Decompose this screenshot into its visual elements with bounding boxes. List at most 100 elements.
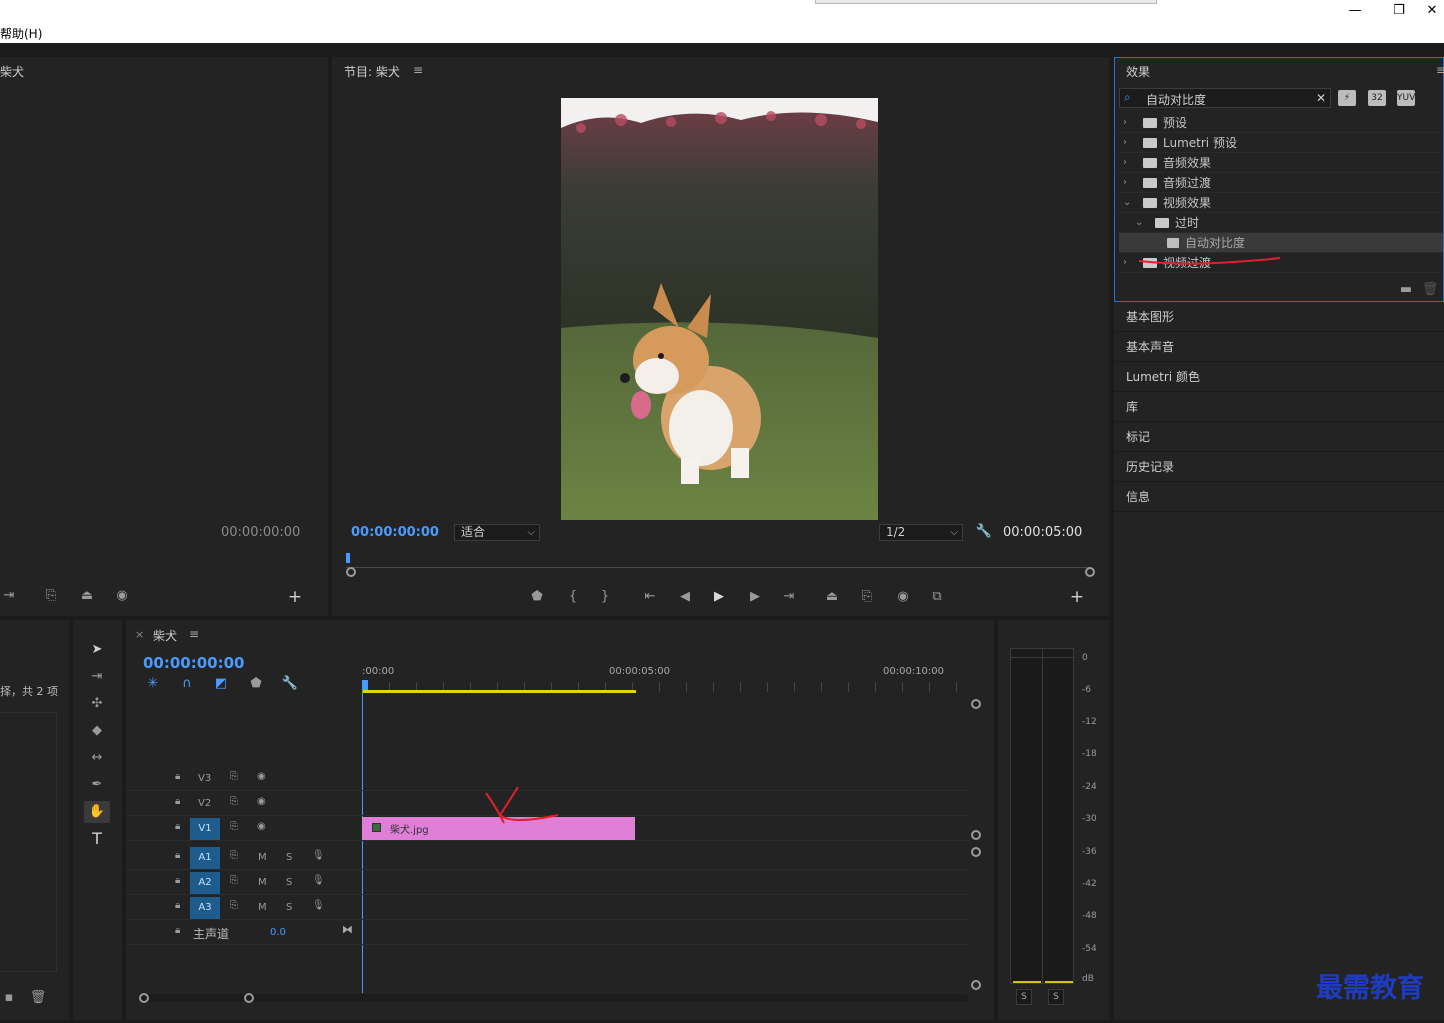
- video-scroll-handle-top[interactable]: [971, 699, 981, 709]
- track-target-a1[interactable]: A1: [190, 847, 220, 869]
- sync-lock-icon[interactable]: ⎘: [230, 875, 238, 886]
- lock-icon[interactable]: 🔒︎: [175, 771, 180, 782]
- mark-out-icon[interactable]: }: [596, 589, 614, 605]
- zoom-handle-right[interactable]: [1085, 567, 1095, 577]
- timeline-hscrollbar[interactable]: [140, 994, 968, 1002]
- clear-search-icon[interactable]: ✕: [1316, 91, 1326, 105]
- sequence-tab[interactable]: 柴犬: [153, 627, 177, 644]
- zoom-handle-left[interactable]: [346, 567, 356, 577]
- timeline-timecode[interactable]: 00:00:00:00: [143, 654, 245, 672]
- solo-button[interactable]: S: [286, 902, 292, 913]
- panel-libraries[interactable]: 库: [1114, 392, 1444, 422]
- lift-icon[interactable]: ⏏: [823, 589, 841, 605]
- sync-lock-icon[interactable]: ⎘: [230, 796, 238, 807]
- hand-tool-button[interactable]: ✋: [84, 801, 110, 823]
- track-label[interactable]: V2: [198, 798, 211, 809]
- lock-icon[interactable]: 🔒︎: [175, 900, 180, 911]
- linked-selection-icon[interactable]: ◩: [212, 676, 230, 692]
- ripple-edit-tool-icon[interactable]: ✣: [88, 696, 106, 712]
- type-tool-icon[interactable]: T: [88, 831, 106, 847]
- eye-icon[interactable]: ◉: [257, 821, 266, 832]
- tree-item-audio-effects[interactable]: › 音频效果: [1119, 153, 1443, 173]
- restore-button[interactable]: ❐: [1384, 2, 1414, 20]
- master-volume-value[interactable]: 0.0: [270, 927, 286, 938]
- mute-button[interactable]: M: [258, 902, 267, 913]
- track-select-tool-icon[interactable]: ⇥: [88, 669, 106, 685]
- hscroll-handle-left[interactable]: [139, 993, 149, 1003]
- new-item-icon[interactable]: ▪: [0, 990, 18, 1006]
- mic-icon[interactable]: 🎙︎: [312, 875, 325, 886]
- trash-icon[interactable]: 🗑: [29, 990, 47, 1006]
- tree-item-audio-transitions[interactable]: › 音频过渡: [1119, 173, 1443, 193]
- tree-item-auto-contrast[interactable]: 自动对比度: [1119, 233, 1443, 253]
- insert-icon[interactable]: ⎘: [42, 588, 60, 604]
- effects-search-input[interactable]: 自动对比度: [1146, 91, 1206, 108]
- resolution-dropdown[interactable]: 1/2 ⌵: [879, 524, 963, 541]
- program-menu-icon[interactable]: ≡: [413, 63, 423, 77]
- step-back-icon[interactable]: ◀: [676, 589, 694, 605]
- go-to-in-icon[interactable]: ⇤: [641, 589, 659, 605]
- effects-search-box[interactable]: ⌕ 自动对比度 ✕: [1119, 88, 1331, 108]
- video-scroll-handle-bottom[interactable]: [971, 830, 981, 840]
- audio-scroll-handle-bottom[interactable]: [971, 980, 981, 990]
- play-icon[interactable]: ▶: [710, 589, 728, 605]
- track-target-v1[interactable]: V1: [190, 818, 220, 840]
- track-target-a3[interactable]: A3: [190, 897, 220, 919]
- panel-history[interactable]: 历史记录: [1114, 452, 1444, 482]
- timeline-playhead[interactable]: [362, 680, 368, 690]
- lock-icon[interactable]: 🔒︎: [175, 875, 180, 886]
- track-label[interactable]: V3: [198, 773, 211, 784]
- go-to-out-icon[interactable]: ⇥: [780, 589, 798, 605]
- track-target-a2[interactable]: A2: [190, 872, 220, 894]
- timeline-settings-icon[interactable]: 🔧: [281, 676, 299, 692]
- panel-essential-sound[interactable]: 基本声音: [1114, 332, 1444, 362]
- close-tab-icon[interactable]: ×: [135, 628, 144, 641]
- 32bit-effects-icon[interactable]: 32: [1368, 90, 1386, 106]
- new-bin-icon[interactable]: ▬: [1397, 282, 1415, 298]
- solo-left-button[interactable]: S: [1016, 989, 1032, 1005]
- tree-item-video-effects[interactable]: ⌄ 视频效果: [1119, 193, 1443, 213]
- solo-right-button[interactable]: S: [1048, 989, 1064, 1005]
- menu-help[interactable]: 帮助(H): [0, 25, 42, 42]
- selection-tool-icon[interactable]: ➤: [88, 642, 106, 658]
- camera-icon[interactable]: ◉: [113, 588, 131, 604]
- hscroll-handle-right[interactable]: [244, 993, 254, 1003]
- program-scrubber[interactable]: [346, 553, 1090, 573]
- panel-essential-graphics[interactable]: 基本图形: [1114, 302, 1444, 332]
- mute-button[interactable]: M: [258, 877, 267, 888]
- mic-icon[interactable]: 🎙︎: [312, 850, 325, 861]
- step-forward-icon[interactable]: ▶: [746, 589, 764, 605]
- solo-button[interactable]: S: [286, 852, 292, 863]
- tree-item-obsolete[interactable]: ⌄ 过时: [1119, 213, 1443, 233]
- timeline-menu-icon[interactable]: ≡: [189, 627, 199, 641]
- yuv-effects-icon[interactable]: YUV: [1397, 90, 1415, 106]
- accelerated-effects-icon[interactable]: ⚡: [1338, 90, 1356, 106]
- lock-icon[interactable]: 🔒︎: [175, 796, 180, 807]
- pen-tool-icon[interactable]: ✒: [88, 777, 106, 793]
- minimize-button[interactable]: —: [1340, 2, 1370, 20]
- snap-icon[interactable]: ∩: [178, 676, 196, 692]
- lock-icon[interactable]: 🔒︎: [175, 925, 180, 936]
- camera-icon[interactable]: ◉: [894, 589, 912, 605]
- wrench-icon[interactable]: 🔧: [975, 524, 993, 540]
- panel-lumetri-color[interactable]: Lumetri 颜色: [1114, 362, 1444, 392]
- razor-tool-icon[interactable]: ◆: [88, 723, 106, 739]
- lock-icon[interactable]: 🔒︎: [175, 821, 180, 832]
- tree-item-lumetri-presets[interactable]: › Lumetri 预设: [1119, 133, 1443, 153]
- panel-markers[interactable]: 标记: [1114, 422, 1444, 452]
- sync-lock-icon[interactable]: ⎘: [230, 900, 238, 911]
- sync-lock-icon[interactable]: ⎘: [230, 850, 238, 861]
- add-button[interactable]: +: [286, 589, 304, 606]
- lift-icon[interactable]: ⏏: [78, 588, 96, 604]
- compare-icon[interactable]: ⧉: [928, 589, 946, 605]
- nest-toggle-icon[interactable]: ✳: [144, 676, 162, 692]
- mute-button[interactable]: M: [258, 852, 267, 863]
- add-marker-icon[interactable]: ⬟: [247, 676, 265, 692]
- playhead[interactable]: [346, 553, 350, 563]
- go-to-master-icon[interactable]: ⧓: [342, 923, 353, 936]
- project-list[interactable]: [0, 712, 57, 972]
- sync-lock-icon[interactable]: ⎘: [230, 821, 238, 832]
- extract-icon[interactable]: ⎘: [858, 589, 876, 605]
- add-marker-icon[interactable]: ⬟: [528, 589, 546, 605]
- eye-icon[interactable]: ◉: [257, 771, 266, 782]
